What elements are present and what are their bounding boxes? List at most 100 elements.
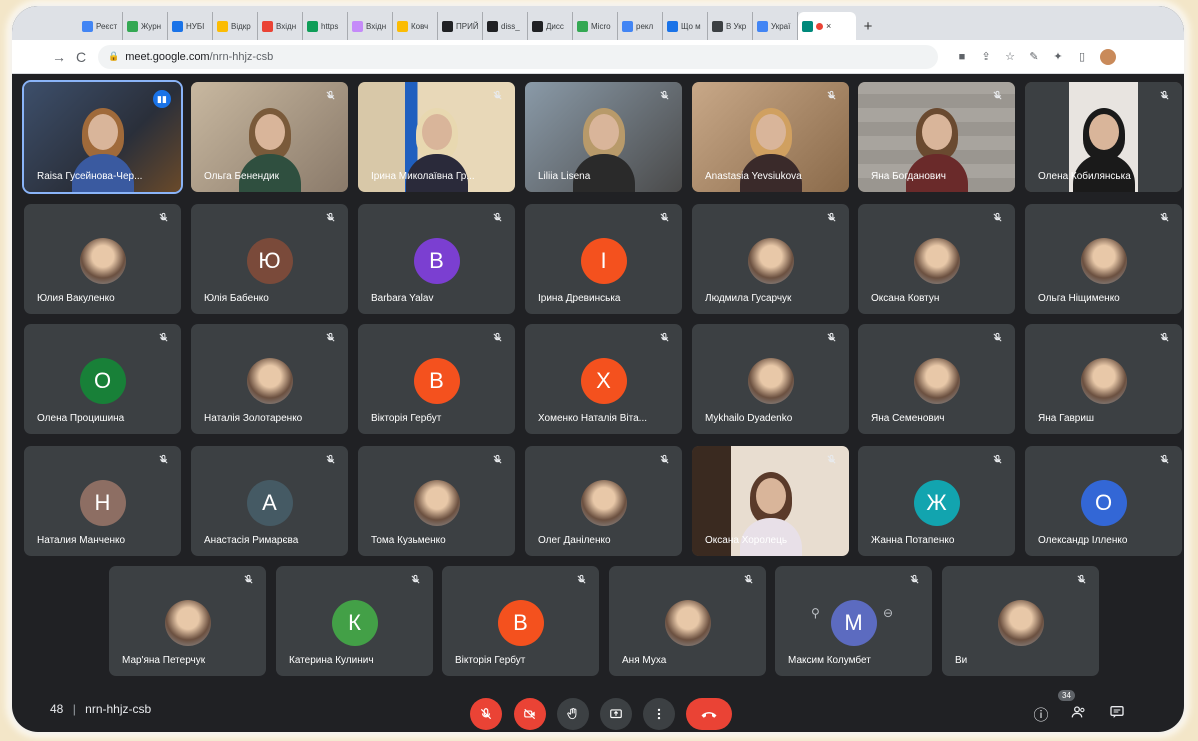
participant-name: Яна Семенович xyxy=(871,413,945,424)
muted-mic-icon xyxy=(157,454,169,466)
participant-name: Хоменко Наталія Віта... xyxy=(538,413,648,424)
participant-tile[interactable]: Яна Семенович xyxy=(858,324,1015,434)
people-icon[interactable] xyxy=(1070,704,1088,724)
participant-tile[interactable]: О Олена Процишина xyxy=(24,324,181,434)
pin-icon[interactable]: ⚲ xyxy=(811,606,820,620)
participant-tile[interactable]: В Вікторія Гербут xyxy=(358,324,515,434)
mic-off-icon[interactable] xyxy=(470,698,502,730)
camera-off-icon[interactable] xyxy=(514,698,546,730)
participant-tile[interactable]: Mykhailo Dyadenko xyxy=(692,324,849,434)
participant-tile[interactable]: Яна Гавриш xyxy=(1025,324,1182,434)
info-icon[interactable]: ⓘ xyxy=(1032,704,1050,725)
participant-tile[interactable]: Н Наталия Манченко xyxy=(24,446,181,556)
muted-mic-icon xyxy=(658,332,670,344)
muted-mic-icon xyxy=(658,212,670,224)
avatar-photo xyxy=(664,600,711,646)
participant-tile[interactable]: B Barbara Yalav xyxy=(358,204,515,314)
remove-icon[interactable]: ⊖ xyxy=(883,606,893,620)
participant-tile[interactable]: Юлия Вакуленко xyxy=(24,204,181,314)
avatar-photo xyxy=(747,358,794,404)
avatar-initial: А xyxy=(246,480,293,526)
participant-grid: ▮▮ Raisa Гусейнова-Чер... Ольга Бенендик Ір… xyxy=(12,6,1184,732)
avatar-photo xyxy=(246,358,293,404)
participant-name: Anastasia Yevsiukova xyxy=(705,171,802,182)
muted-mic-icon xyxy=(825,454,837,466)
muted-mic-icon xyxy=(825,90,837,102)
participant-tile[interactable]: Олег Даніленко xyxy=(525,446,682,556)
muted-mic-icon xyxy=(157,332,169,344)
participant-name: Liliia Lisena xyxy=(538,171,591,182)
avatar-initial: І xyxy=(580,238,627,284)
participant-name: Яна Богданович xyxy=(871,171,946,182)
participant-tile[interactable]: Ольга Ніщименко xyxy=(1025,204,1182,314)
meeting-time: 48 xyxy=(50,702,64,716)
participant-tile[interactable]: Ірина Миколаївна Гр... xyxy=(358,82,515,192)
avatar-initial: О xyxy=(79,358,126,404)
chat-icon[interactable] xyxy=(1108,704,1126,724)
muted-mic-icon xyxy=(157,212,169,224)
participant-name: Максим Колумбет xyxy=(788,655,871,666)
participant-tile[interactable]: Liliia Lisena xyxy=(525,82,682,192)
avatar-initial: M xyxy=(830,600,877,646)
participant-tile[interactable]: Ольга Бенендик xyxy=(191,82,348,192)
participant-name: Вікторія Гербут xyxy=(371,413,442,424)
participant-tile[interactable]: Мар'яна Петерчук xyxy=(109,566,266,676)
participant-tile[interactable]: Олена Кобилянська xyxy=(1025,82,1182,192)
muted-mic-icon xyxy=(1158,332,1170,344)
avatar-initial: В xyxy=(413,358,460,404)
participant-tile[interactable]: Ви xyxy=(942,566,1099,676)
participant-tile[interactable]: Наталія Золотаренко xyxy=(191,324,348,434)
participant-name: Вікторія Гербут xyxy=(455,655,526,666)
muted-mic-icon xyxy=(324,454,336,466)
participant-name: Олег Даніленко xyxy=(538,535,611,546)
muted-mic-icon xyxy=(491,454,503,466)
participant-tile[interactable]: M ⚲ ⊖ Максим Колумбет xyxy=(775,566,932,676)
participant-tile[interactable]: А Анастасія Римарєва xyxy=(191,446,348,556)
muted-mic-icon xyxy=(991,454,1003,466)
browser-window: Реєст Журн НУБІ Відкр Вхідн https Вхідн Ковч ПРИ… xyxy=(12,6,1184,732)
participant-name: Олена Процишина xyxy=(37,413,125,424)
muted-mic-icon xyxy=(908,574,920,586)
participant-tile[interactable]: Оксана Хоролець xyxy=(692,446,849,556)
participant-tile[interactable]: Ж Жанна Потапенко xyxy=(858,446,1015,556)
participant-tile[interactable]: Х Хоменко Наталія Віта... xyxy=(525,324,682,434)
participant-name: Ірина Древинська xyxy=(538,293,621,304)
more-vert-icon[interactable] xyxy=(643,698,675,730)
muted-mic-icon xyxy=(324,90,336,102)
participant-tile[interactable]: Anastasia Yevsiukova xyxy=(692,82,849,192)
avatar-initial: B xyxy=(413,238,460,284)
muted-mic-icon xyxy=(658,454,670,466)
participant-tile[interactable]: І Ірина Древинська xyxy=(525,204,682,314)
muted-mic-icon xyxy=(1075,574,1087,586)
muted-mic-icon xyxy=(991,90,1003,102)
muted-mic-icon xyxy=(825,212,837,224)
participant-tile[interactable]: Людмила Гусарчук xyxy=(692,204,849,314)
speaking-indicator-icon: ▮▮ xyxy=(153,90,171,108)
participant-tile[interactable]: Аня Муха xyxy=(609,566,766,676)
participant-name: Ви xyxy=(955,655,968,666)
present-icon[interactable] xyxy=(600,698,632,730)
call-end-icon[interactable] xyxy=(686,698,732,730)
participant-tile[interactable]: О Олександр Ілленко xyxy=(1025,446,1182,556)
avatar-photo xyxy=(413,480,460,526)
participant-tile[interactable]: В Вікторія Гербут xyxy=(442,566,599,676)
participant-name: Оксана Ковтун xyxy=(871,293,940,304)
avatar-photo xyxy=(913,238,960,284)
hand-icon[interactable] xyxy=(557,698,589,730)
participant-name: Оксана Хоролець xyxy=(705,535,788,546)
participant-name: Barbara Yalav xyxy=(371,293,434,304)
muted-mic-icon xyxy=(1158,90,1170,102)
participant-tile[interactable]: К Катерина Кулинич xyxy=(276,566,433,676)
muted-mic-icon xyxy=(491,332,503,344)
participant-tile[interactable]: Тома Кузьменко xyxy=(358,446,515,556)
participant-tile[interactable]: ▮▮ Raisa Гусейнова-Чер... xyxy=(22,80,183,194)
participant-name: Жанна Потапенко xyxy=(871,535,955,546)
participant-name: Юлія Бабенко xyxy=(204,293,269,304)
participant-tile[interactable]: Яна Богданович xyxy=(858,82,1015,192)
muted-mic-icon xyxy=(491,90,503,102)
participant-tile[interactable]: Ю Юлія Бабенко xyxy=(191,204,348,314)
avatar-photo xyxy=(79,238,126,284)
participant-tile[interactable]: Оксана Ковтун xyxy=(858,204,1015,314)
participant-name: Тома Кузьменко xyxy=(371,535,446,546)
muted-mic-icon xyxy=(742,574,754,586)
